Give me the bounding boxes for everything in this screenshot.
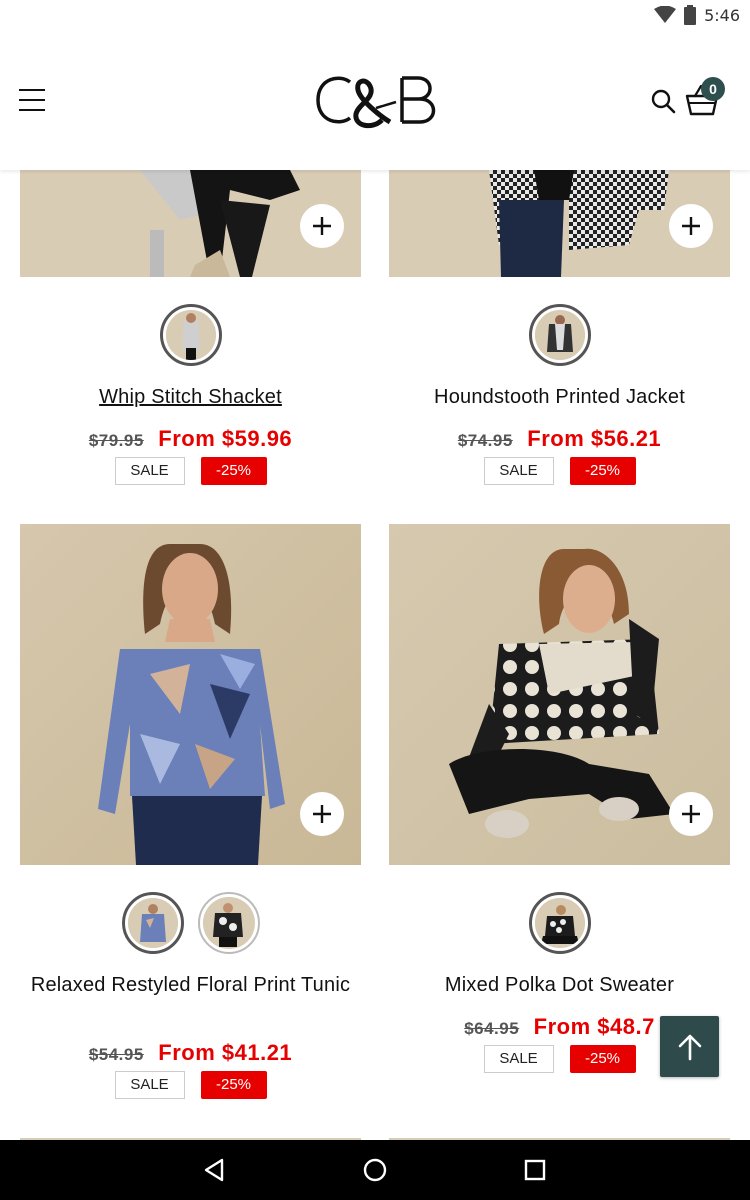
- sale-price: From $48.7: [533, 1014, 655, 1039]
- color-swatch[interactable]: [528, 892, 591, 954]
- brand-logo[interactable]: [310, 68, 440, 132]
- badge-row: SALE -25%: [20, 1071, 361, 1099]
- plus-icon: [313, 217, 331, 235]
- plus-icon: [682, 217, 700, 235]
- product-name-link[interactable]: Relaxed Restyled Floral Print Tunic: [20, 972, 361, 998]
- system-navigation-bar: [0, 1140, 750, 1200]
- sale-price: From $59.96: [158, 426, 293, 451]
- color-swatch[interactable]: [121, 892, 184, 954]
- sale-badge: SALE: [114, 1071, 185, 1099]
- swatch-image: [165, 310, 216, 360]
- back-to-top-button[interactable]: [660, 1016, 719, 1077]
- color-swatch[interactable]: [528, 304, 591, 366]
- color-swatches: [20, 892, 361, 954]
- color-swatches: [389, 892, 730, 954]
- color-swatches: [20, 304, 361, 366]
- price-row: $74.95 From $56.21: [389, 426, 730, 452]
- plus-icon: [313, 805, 331, 823]
- menu-button[interactable]: [16, 84, 48, 116]
- price-row: $79.95 From $59.96: [20, 426, 361, 452]
- recents-icon[interactable]: [521, 1156, 549, 1184]
- original-price: $79.95: [88, 431, 144, 450]
- product-name-link[interactable]: Mixed Polka Dot Sweater: [389, 972, 730, 998]
- discount-badge: -25%: [200, 1071, 267, 1099]
- hamburger-menu-icon: [19, 89, 45, 91]
- cart-count-badge[interactable]: 0: [701, 77, 725, 101]
- sale-price: From $56.21: [527, 426, 662, 451]
- status-time: 5:46: [704, 5, 740, 25]
- product-name-link[interactable]: Whip Stitch Shacket: [20, 384, 361, 410]
- arrow-up-icon: [678, 1034, 701, 1060]
- plus-icon: [682, 805, 700, 823]
- swatch-image: [202, 897, 255, 949]
- sale-badge: SALE: [483, 457, 554, 485]
- add-to-cart-button[interactable]: [300, 204, 344, 248]
- swatch-image: [534, 310, 585, 360]
- discount-badge: -25%: [200, 457, 267, 485]
- swatch-image: [534, 898, 585, 948]
- sale-badge: SALE: [114, 457, 185, 485]
- add-to-cart-button[interactable]: [669, 204, 713, 248]
- original-price: $64.95: [464, 1019, 520, 1038]
- add-to-cart-button[interactable]: [669, 792, 713, 836]
- discount-badge: -25%: [569, 457, 636, 485]
- back-icon[interactable]: [200, 1156, 228, 1184]
- search-icon[interactable]: [650, 88, 676, 114]
- home-icon[interactable]: [361, 1156, 389, 1184]
- add-to-cart-button[interactable]: [300, 792, 344, 836]
- wifi-icon: [654, 6, 677, 23]
- discount-badge: -25%: [569, 1045, 636, 1073]
- badge-row: SALE -25%: [389, 457, 730, 485]
- original-price: $74.95: [457, 431, 513, 450]
- app-header: 0: [0, 32, 750, 170]
- color-swatch[interactable]: [159, 304, 222, 366]
- product-name-link[interactable]: Houndstooth Printed Jacket: [389, 384, 730, 410]
- original-price: $54.95: [88, 1045, 144, 1064]
- product-grid: Whip Stitch Shacket $79.95 From $59.96 S…: [0, 170, 750, 1140]
- sale-price: From $41.21: [158, 1040, 293, 1065]
- battery-icon: [684, 5, 697, 25]
- color-swatches: [389, 304, 730, 366]
- sale-badge: SALE: [483, 1045, 554, 1073]
- badge-row: SALE -25%: [20, 457, 361, 485]
- status-bar: 5:46: [0, 0, 750, 32]
- swatch-image: [127, 898, 178, 948]
- color-swatch[interactable]: [197, 892, 260, 954]
- price-row: $54.95 From $41.21: [20, 1040, 361, 1066]
